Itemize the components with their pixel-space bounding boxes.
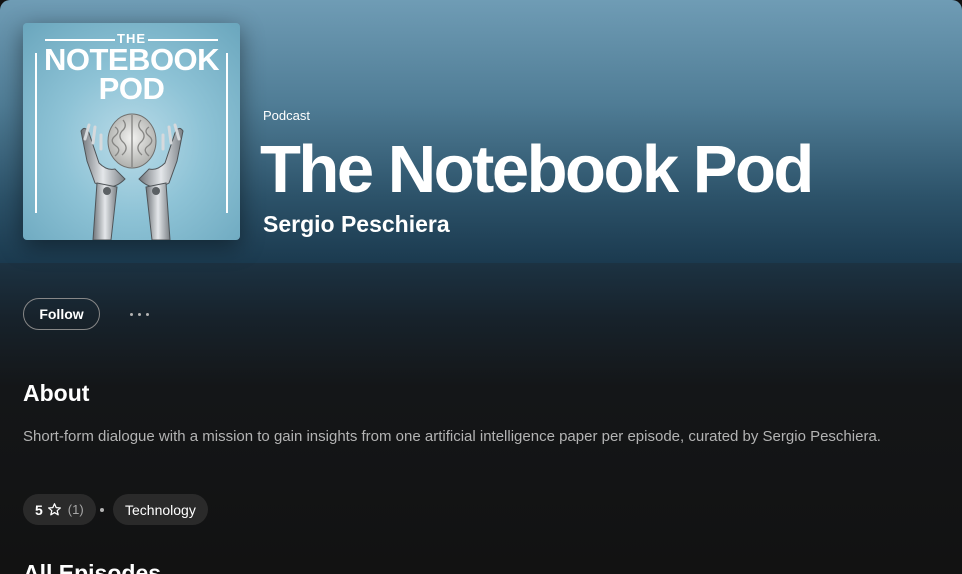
rating-value: 5 <box>35 501 43 518</box>
podcast-cover-art[interactable]: THE NOTEBOOK POD <box>23 23 240 240</box>
category-tag[interactable]: Technology <box>113 494 208 525</box>
more-dot <box>137 312 141 316</box>
podcast-author-link[interactable]: Sergio Peschiera <box>263 211 450 238</box>
star-outline-icon <box>47 503 61 516</box>
all-episodes-heading: All Episodes <box>23 560 162 574</box>
more-dot <box>129 312 133 316</box>
about-description: Short-form dialogue with a mission to ga… <box>23 428 881 445</box>
more-options-icon[interactable] <box>120 302 158 326</box>
separator-dot <box>100 508 104 512</box>
about-heading: About <box>23 380 90 406</box>
rating-button[interactable]: 5 (1) <box>23 494 96 525</box>
podcast-title: The Notebook Pod <box>260 132 814 207</box>
follow-button[interactable]: Follow <box>23 298 100 330</box>
content-type-label: Podcast <box>263 108 310 123</box>
rating-count: (1) <box>67 502 84 517</box>
robot-hands-holding-brain-icon <box>80 113 184 240</box>
more-dot <box>145 312 149 316</box>
podcast-page: THE NOTEBOOK POD Podcast The Notebook Po… <box>0 0 962 574</box>
